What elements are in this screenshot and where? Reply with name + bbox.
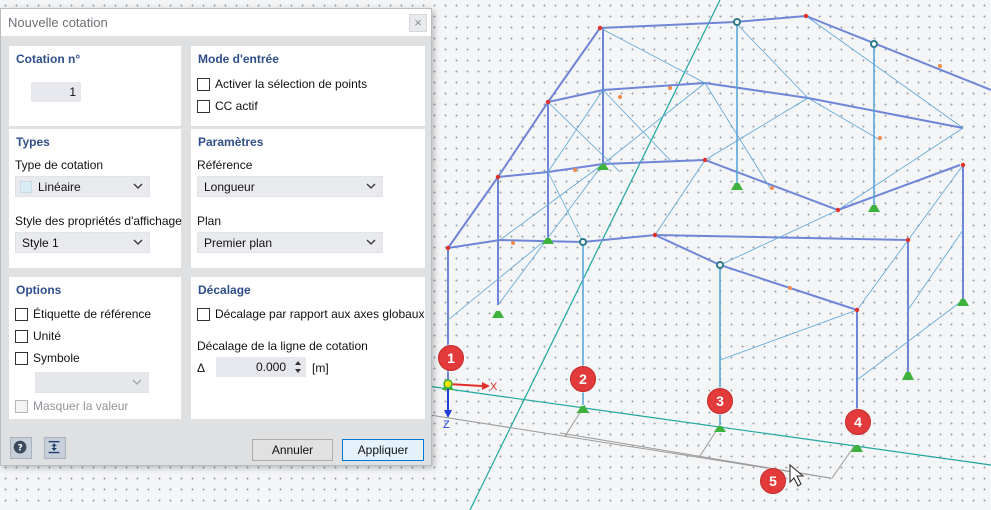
marker-5: 5	[760, 468, 786, 494]
panel-types: Types Type de cotation Linéaire Style de…	[9, 129, 182, 268]
symbol-checkbox[interactable]	[15, 352, 28, 365]
reference-tag-checkbox[interactable]	[15, 308, 28, 321]
panel-input-mode: Mode d'entrée Activer la sélection de po…	[191, 46, 425, 126]
activate-points-checkbox[interactable]	[197, 78, 210, 91]
marker-1: 1	[438, 345, 464, 371]
reference-value: Longueur	[204, 180, 255, 194]
apply-button[interactable]: Appliquer	[342, 439, 424, 461]
panel-title-number: Cotation n°	[16, 52, 81, 66]
svg-text:?: ?	[17, 444, 22, 454]
reference-tag-label: Étiquette de référence	[33, 307, 152, 321]
dimension-type-select[interactable]: Linéaire	[15, 176, 150, 197]
global-axes-offset-label: Décalage par rapport aux axes globaux	[215, 307, 425, 321]
chevron-down-icon	[133, 239, 143, 245]
panel-title-types: Types	[16, 135, 50, 149]
panel-title-parameters: Paramètres	[198, 135, 264, 149]
hide-value-checkbox[interactable]	[15, 400, 28, 413]
dimension-type-value: Linéaire	[38, 180, 81, 194]
pick-dimension-button[interactable]	[44, 437, 66, 459]
close-button[interactable]: ×	[409, 14, 427, 32]
chevron-down-icon	[132, 379, 142, 385]
plane-value: Premier plan	[204, 236, 273, 250]
dialog-title: Nouvelle cotation	[8, 15, 108, 30]
plane-label: Plan	[197, 214, 222, 228]
axis-x-label: X	[490, 381, 498, 393]
line-offset-label: Décalage de la ligne de cotation	[197, 339, 368, 353]
spinner-arrows-icon[interactable]	[292, 358, 304, 376]
chevron-down-icon	[366, 183, 376, 189]
dimension-number-field[interactable]: 1	[31, 82, 81, 102]
dimension-type-label: Type de cotation	[15, 158, 104, 172]
cancel-button[interactable]: Annuler	[252, 439, 333, 461]
plane-select[interactable]: Premier plan	[197, 232, 383, 253]
reference-select[interactable]: Longueur	[197, 176, 383, 197]
panel-options: Options Étiquette de référence Unité Sym…	[9, 277, 181, 419]
new-dimension-dialog: Nouvelle cotation × Cotation n° 1 Mode d…	[0, 8, 432, 466]
activate-points-label: Activer la sélection de points	[215, 77, 368, 91]
panel-title-offset: Décalage	[198, 283, 251, 297]
cc-active-checkbox[interactable]	[197, 100, 210, 113]
panel-parameters: Paramètres Référence Longueur Plan Premi…	[191, 129, 425, 268]
panel-dimension-number: Cotation n° 1	[9, 46, 181, 126]
help-button[interactable]: ?	[10, 437, 32, 459]
unit-label: Unité	[33, 329, 62, 343]
chevron-down-icon	[133, 183, 143, 189]
display-style-value: Style 1	[22, 236, 59, 250]
unit-checkbox[interactable]	[15, 330, 28, 343]
help-icon: ?	[13, 440, 27, 454]
marker-4: 4	[845, 409, 871, 435]
global-axes-offset-checkbox[interactable]	[197, 308, 210, 321]
display-style-select[interactable]: Style 1	[15, 232, 150, 253]
symbol-select[interactable]	[35, 372, 149, 393]
linear-type-icon	[20, 181, 32, 193]
line-offset-value: 0.000	[255, 360, 286, 374]
marker-2: 2	[570, 366, 596, 392]
line-offset-unit: [m]	[312, 361, 329, 375]
hide-value-label: Masquer la valeur	[33, 399, 129, 413]
symbol-label: Symbole	[33, 351, 80, 365]
line-offset-input[interactable]: 0.000	[216, 357, 306, 377]
dimension-pick-icon	[48, 440, 60, 454]
dialog-titlebar[interactable]: Nouvelle cotation ×	[1, 9, 431, 37]
close-icon: ×	[414, 15, 422, 30]
panel-offset: Décalage Décalage par rapport aux axes g…	[191, 277, 425, 419]
marker-3: 3	[707, 388, 733, 414]
chevron-down-icon	[366, 239, 376, 245]
delta-symbol: Δ	[197, 361, 206, 375]
panel-title-input-mode: Mode d'entrée	[198, 52, 279, 66]
panel-title-options: Options	[16, 283, 62, 297]
axis-z-label: Z	[443, 419, 450, 431]
display-style-label: Style des propriétés d'affichage	[15, 214, 182, 228]
reference-label: Référence	[197, 158, 253, 172]
cc-active-label: CC actif	[215, 99, 258, 113]
